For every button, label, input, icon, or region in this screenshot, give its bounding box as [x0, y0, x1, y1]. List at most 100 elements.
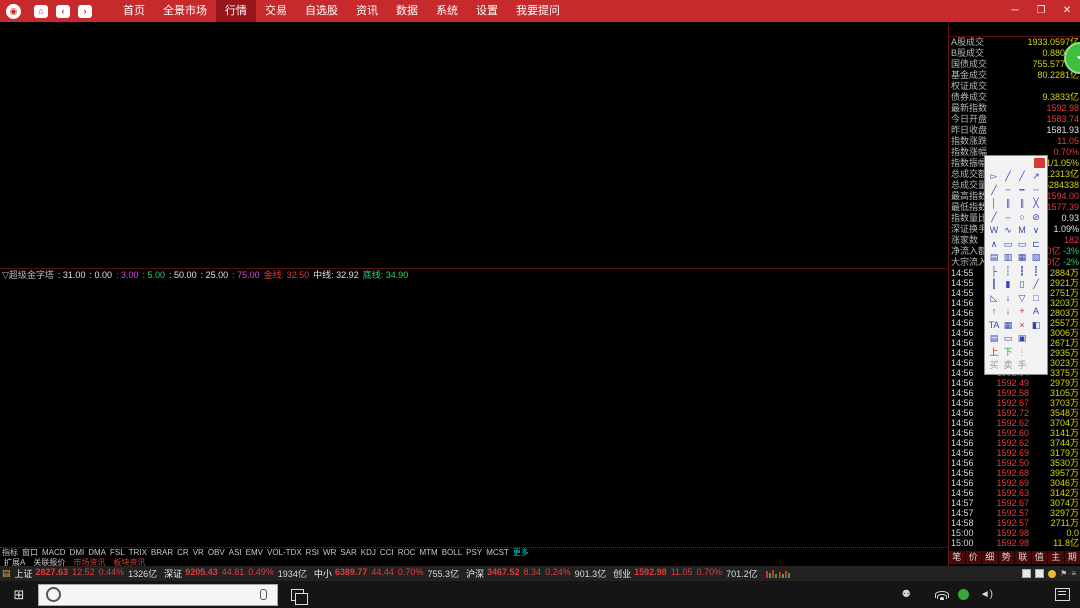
drawing-tool-icon[interactable]: 卖 — [1001, 359, 1015, 373]
menu-lines-icon[interactable]: ≡ — [1071, 569, 1076, 578]
drawing-tool-icon[interactable]: ▭ — [1001, 332, 1015, 346]
indicator-tab-EMV[interactable]: EMV — [246, 548, 263, 557]
menu-item-我要提问[interactable]: 我要提问 — [507, 0, 569, 22]
drawing-tool-icon[interactable]: ┃ — [987, 278, 1001, 292]
minimize-button[interactable]: ─ — [1002, 0, 1028, 22]
drawing-tool-icon[interactable]: ◧ — [1029, 319, 1043, 333]
people-icon[interactable]: ⚉ — [902, 589, 911, 600]
drawing-tool-icon[interactable]: ┇ — [1015, 265, 1029, 279]
forward-icon[interactable]: › — [78, 5, 92, 18]
drawing-tool-icon[interactable]: ╱ — [1001, 170, 1015, 184]
indicator-tab-MACD[interactable]: MACD — [42, 548, 66, 557]
sidebar-tab-细[interactable]: 细 — [982, 551, 998, 564]
start-button[interactable]: ⊞ — [0, 587, 38, 603]
drawing-tool-icon[interactable]: ┄ — [1029, 184, 1043, 198]
drawing-tool-icon[interactable]: 上 — [987, 346, 1001, 360]
drawing-tool-icon[interactable]: ⌢ — [1001, 211, 1015, 225]
back-icon[interactable]: ‹ — [56, 5, 70, 18]
home-icon[interactable]: ⌂ — [34, 5, 48, 18]
drawing-tool-icon[interactable]: TA — [987, 319, 1001, 333]
drawing-tool-icon[interactable]: ○ — [1015, 211, 1029, 225]
drawing-tool-icon[interactable]: × — [1015, 319, 1029, 333]
sidebar-header[interactable] — [949, 22, 1080, 37]
index-quote-上证[interactable]: 上证2827.6312.520.44%1326亿 — [15, 567, 158, 580]
drawing-tool-icon[interactable]: ▮ — [1001, 278, 1015, 292]
task-view-icon[interactable] — [291, 589, 304, 601]
drawing-tool-icon[interactable]: ╱ — [1015, 170, 1029, 184]
volume-icon[interactable]: ◄) — [980, 589, 993, 600]
flag-icon[interactable]: ⚑ — [1060, 569, 1067, 578]
wifi-icon[interactable] — [935, 591, 947, 599]
drawing-tool-icon[interactable]: ∥ — [1015, 197, 1029, 211]
drawing-tool-icon[interactable]: ├ — [987, 265, 1001, 279]
microphone-icon[interactable] — [260, 589, 267, 600]
close-icon[interactable] — [1034, 158, 1045, 168]
mini-chart-icon[interactable] — [765, 568, 791, 579]
indicator-tab-WR[interactable]: WR — [323, 548, 336, 557]
drawing-tool-icon[interactable]: ↑ — [987, 305, 1001, 319]
drawing-tool-icon[interactable]: ⊘ — [1029, 211, 1043, 225]
index-quote-深证[interactable]: 深证9205.4344.810.49%1934亿 — [164, 567, 307, 580]
indicator-tab-BOLL[interactable]: BOLL — [442, 548, 462, 557]
drawing-tool-icon[interactable]: ▽ — [1015, 292, 1029, 306]
drawing-tool-icon[interactable]: 手 — [1015, 359, 1029, 373]
index-quote-中小[interactable]: 中小6389.7744.440.70%755.3亿 — [314, 567, 459, 580]
maximize-button[interactable]: ❐ — [1028, 0, 1054, 22]
indicator-tab-OBV[interactable]: OBV — [208, 548, 225, 557]
action-center-icon[interactable] — [1055, 588, 1070, 601]
drawing-tool-icon[interactable]: ╱ — [1029, 278, 1043, 292]
drawing-tool-icon[interactable]: ⋮ — [1015, 346, 1029, 360]
drawing-tool-icon[interactable]: M — [1015, 224, 1029, 238]
menu-item-行情[interactable]: 行情 — [216, 0, 256, 22]
drawing-tool-icon[interactable]: W — [987, 224, 1001, 238]
drawing-tool-icon[interactable]: ▥ — [1001, 251, 1015, 265]
sidebar-tab-主[interactable]: 主 — [1048, 551, 1064, 564]
layout-icon[interactable] — [1035, 569, 1044, 578]
sidebar-tab-势[interactable]: 势 — [999, 551, 1015, 564]
taskbar-search[interactable] — [38, 584, 278, 606]
drawing-tool-icon[interactable]: 下 — [1001, 346, 1015, 360]
drawing-tool-icon[interactable]: ╱ — [987, 211, 1001, 225]
drawing-tool-icon[interactable]: ╍ — [1015, 184, 1029, 198]
indicator-tab-KDJ[interactable]: KDJ — [361, 548, 376, 557]
edge-app-icon[interactable] — [317, 581, 346, 608]
antivirus-shield-icon[interactable] — [958, 589, 969, 600]
drawing-toolbar[interactable]: ▻╱╱↗╱╌╍┄│∥∥╳╱⌢○⊘W∿M∨∧▭▭⊏▤▥▦▧├┆┇┋┃▮▯╱◺↓▽□… — [984, 155, 1048, 375]
drawing-tool-icon[interactable]: ╳ — [1029, 197, 1043, 211]
drawing-tool-icon[interactable]: ┋ — [1029, 265, 1043, 279]
drawing-tool-icon[interactable]: ∿ — [1001, 224, 1015, 238]
drawing-tool-icon[interactable]: ▦ — [1015, 251, 1029, 265]
drawing-tool-icon[interactable]: ↓ — [1001, 305, 1015, 319]
indicator-tab-窗口[interactable]: 窗口 — [22, 548, 38, 557]
layout-icon[interactable] — [1022, 569, 1031, 578]
indicator-header[interactable]: ▽超级金字塔: 31.00: 0.00: 3.00: 5.00: 50.00: … — [0, 268, 949, 282]
drawing-tool-icon[interactable]: A — [1029, 305, 1043, 319]
alert-dot-icon[interactable] — [1048, 570, 1056, 578]
indicator-tab-CCI[interactable]: CCI — [380, 548, 394, 557]
drawing-tool-icon[interactable]: ◺ — [987, 292, 1001, 306]
sidebar-tab-期[interactable]: 期 — [1065, 551, 1080, 564]
indicator-tab-BRAR[interactable]: BRAR — [151, 548, 173, 557]
drawing-tool-icon[interactable]: ∥ — [1001, 197, 1015, 211]
drawing-tool-icon[interactable]: ↓ — [1001, 292, 1015, 306]
menu-item-资讯[interactable]: 资讯 — [347, 0, 387, 22]
menu-item-首页[interactable]: 首页 — [114, 0, 154, 22]
drawing-tool-icon[interactable]: ▦ — [1001, 319, 1015, 333]
drawing-tool-icon[interactable]: □ — [1029, 292, 1043, 306]
indicator-tab-指标[interactable]: 指标 — [2, 548, 18, 557]
drawing-tool-icon[interactable]: ▯ — [1015, 278, 1029, 292]
drawing-tool-icon[interactable]: ↗ — [1029, 170, 1043, 184]
sidebar-tab-值[interactable]: 值 — [1032, 551, 1048, 564]
sidebar-tab-价[interactable]: 价 — [966, 551, 982, 564]
menu-item-全景市场[interactable]: 全景市场 — [154, 0, 216, 22]
drawing-tool-icon[interactable]: ▻ — [987, 170, 1001, 184]
drawing-tool-icon[interactable]: │ — [987, 197, 1001, 211]
menu-item-交易[interactable]: 交易 — [256, 0, 296, 22]
menu-item-系统[interactable]: 系统 — [427, 0, 467, 22]
drawing-tool-icon[interactable]: ╱ — [987, 184, 1001, 198]
sidebar-tab-笔[interactable]: 笔 — [949, 551, 965, 564]
drawing-tool-icon[interactable]: ▤ — [987, 332, 1001, 346]
indicator-tab-ROC[interactable]: ROC — [398, 548, 416, 557]
index-quote-沪深[interactable]: 沪深3467.528.340.24%901.3亿 — [466, 567, 606, 580]
drawing-tool-icon[interactable]: ▭ — [1001, 238, 1015, 252]
